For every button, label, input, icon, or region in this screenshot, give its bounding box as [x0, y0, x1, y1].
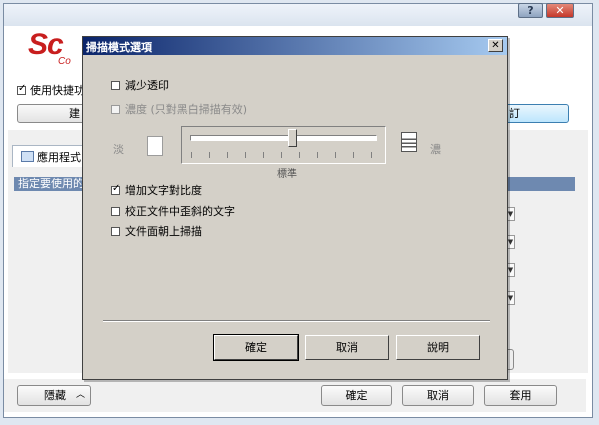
increase-contrast-label: 增加文字對比度	[125, 184, 202, 197]
dialog-titlebar[interactable]: 掃描模式選項 ✕	[83, 37, 507, 55]
slider-tick	[371, 152, 372, 158]
shortcut-checkbox-row[interactable]: 使用快捷功	[17, 82, 85, 98]
scan-mode-options-dialog: 掃描模式選項 ✕ 減少透印 濃度 (只對黑白掃描有效) 淡 濃 標準 增加文字對…	[82, 36, 508, 380]
density-checkbox[interactable]	[111, 104, 120, 114]
slider-tick	[245, 152, 246, 158]
settings-button[interactable]: 訂	[505, 104, 569, 123]
deskew-text-option[interactable]: 校正文件中歪斜的文字	[111, 203, 235, 219]
density-option[interactable]: 濃度 (只對黑白掃描有效)	[111, 101, 247, 117]
slider-light-label: 淡	[113, 143, 124, 156]
shortcut-checkbox-label: 使用快捷功	[30, 84, 85, 97]
help-title-button[interactable]: ?	[518, 3, 543, 18]
slider-tick	[227, 152, 228, 158]
application-icon	[21, 151, 34, 162]
main-window-titlebar	[4, 4, 592, 26]
reduce-bleed-through-label: 減少透印	[125, 79, 169, 92]
chevron-up-icon: ︿	[75, 390, 85, 400]
shortcut-checkbox[interactable]	[17, 83, 26, 95]
deskew-text-label: 校正文件中歪斜的文字	[125, 205, 235, 218]
close-title-button[interactable]: ✕	[546, 3, 574, 18]
create-button[interactable]: 建	[17, 104, 87, 123]
light-document-icon	[147, 136, 163, 156]
face-up-scan-option[interactable]: 文件面朝上掃描	[111, 223, 202, 239]
slider-tick	[191, 152, 192, 158]
main-ok-button[interactable]: 確定	[321, 385, 392, 406]
slider-tick	[335, 152, 336, 158]
slider-track	[190, 135, 377, 141]
reduce-bleed-through-checkbox[interactable]	[111, 80, 120, 90]
hide-button-label: 隱藏	[44, 389, 66, 402]
slider-tick	[209, 152, 210, 158]
density-slider[interactable]	[181, 126, 386, 164]
apply-button[interactable]: 套用	[484, 385, 557, 406]
tab-applications[interactable]: 應用程式	[12, 145, 86, 167]
slider-dark-label: 濃	[430, 143, 441, 156]
deskew-text-checkbox[interactable]	[111, 206, 120, 216]
dialog-ok-button[interactable]: 確定	[213, 334, 299, 361]
slider-tick	[263, 152, 264, 158]
increase-contrast-checkbox[interactable]	[111, 183, 120, 195]
main-cancel-button[interactable]: 取消	[402, 385, 474, 406]
slider-tick	[353, 152, 354, 158]
reduce-bleed-through-option[interactable]: 減少透印	[111, 77, 169, 93]
face-up-scan-label: 文件面朝上掃描	[125, 225, 202, 238]
density-label: 濃度 (只對黑白掃描有效)	[125, 103, 248, 116]
slider-standard-label: 標準	[277, 169, 297, 180]
tab-applications-label: 應用程式	[37, 150, 81, 164]
dialog-help-button[interactable]: 說明	[396, 335, 480, 360]
dialog-separator	[103, 320, 490, 322]
hide-button[interactable]: 隱藏 ︿	[17, 385, 91, 406]
face-up-scan-checkbox[interactable]	[111, 226, 120, 236]
app-logo-subtext: Co	[58, 56, 71, 67]
slider-tick	[299, 152, 300, 158]
dialog-title: 掃描模式選項	[86, 41, 152, 54]
dark-document-icon	[401, 132, 417, 152]
increase-contrast-option[interactable]: 增加文字對比度	[111, 182, 202, 198]
dialog-cancel-button[interactable]: 取消	[305, 335, 389, 360]
slider-tick	[281, 152, 282, 158]
slider-thumb[interactable]	[287, 129, 297, 147]
dialog-close-button[interactable]: ✕	[488, 39, 503, 52]
slider-tick	[317, 152, 318, 158]
